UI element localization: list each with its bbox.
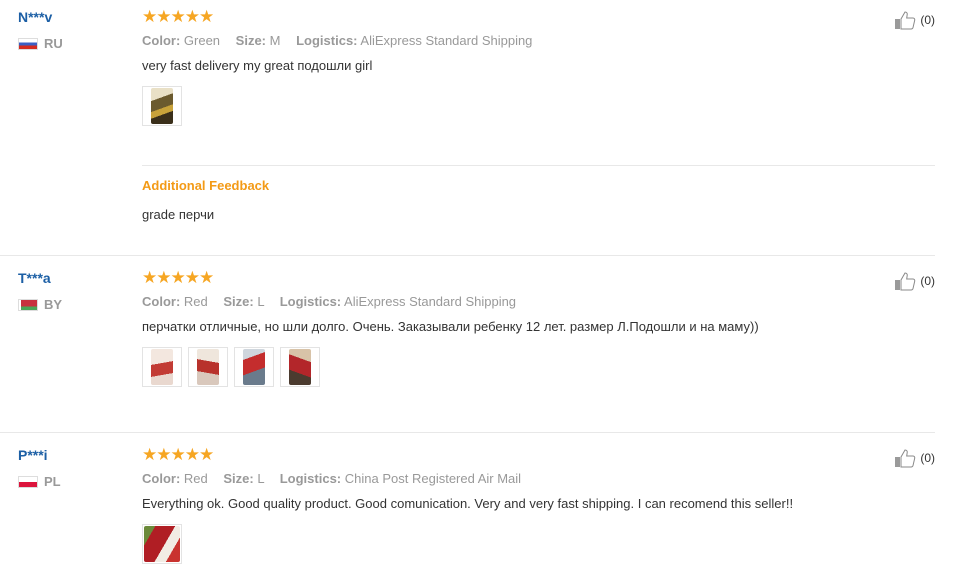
color-value: Red — [183, 471, 208, 486]
size-label: Size: — [223, 471, 254, 486]
review-divider — [0, 255, 935, 256]
review-photos — [142, 524, 935, 564]
review-photo-thumbnail[interactable] — [280, 347, 320, 387]
review-photo-thumbnail[interactable] — [142, 86, 182, 126]
russia-flag-icon — [18, 37, 38, 50]
country-code: RU — [44, 36, 63, 51]
reviewer-info: P***i PL — [18, 446, 61, 489]
helpful-count: (0) — [920, 451, 935, 465]
size-value: M — [269, 33, 281, 48]
thumbs-up-icon — [895, 449, 916, 468]
additional-feedback-divider — [142, 165, 935, 166]
logistics-label: Logistics: — [279, 294, 342, 309]
review-text: Everything ok. Good quality product. Goo… — [142, 496, 794, 511]
reviewer-country: RU — [18, 36, 63, 51]
reviewer-info: T***a BY — [18, 269, 62, 312]
additional-feedback-text: grade перчи — [142, 207, 215, 222]
logistics-value: AliExpress Standard Shipping — [360, 33, 533, 48]
review-text: very fast delivery my great подошли girl — [142, 58, 373, 73]
helpful-count: (0) — [920, 13, 935, 27]
order-info: Color: Green Size: M Logistics: AliExpre… — [142, 33, 935, 49]
review-photo-thumbnail[interactable] — [188, 347, 228, 387]
logistics-value: China Post Registered Air Mail — [344, 471, 522, 486]
country-code: BY — [44, 297, 63, 312]
color-label: Color: — [142, 471, 181, 486]
helpful-button[interactable]: (0) — [894, 448, 935, 468]
additional-feedback-title: Additional Feedback — [142, 178, 270, 193]
review-photos — [142, 86, 935, 126]
reviewer-info: N***v RU — [18, 8, 63, 51]
review-photo-thumbnail[interactable] — [142, 347, 182, 387]
logistics-label: Logistics: — [296, 33, 358, 48]
size-value: L — [257, 294, 265, 309]
star-rating: ★★★★★ — [142, 7, 214, 26]
review-photo-thumbnail[interactable] — [142, 524, 182, 564]
size-label: Size: — [235, 33, 267, 48]
star-rating: ★★★★★ — [142, 268, 214, 287]
thumbs-up-icon — [895, 11, 916, 30]
review-content: ★★★★★ Color: Red Size: L Logistics: AliE… — [142, 269, 935, 387]
reviewer-country: PL — [18, 474, 61, 489]
review-content: ★★★★★ Color: Red Size: L Logistics: Chin… — [142, 446, 935, 564]
logistics-label: Logistics: — [279, 471, 342, 486]
color-value: Red — [183, 294, 208, 309]
country-code: PL — [44, 474, 61, 489]
star-rating: ★★★★★ — [142, 445, 214, 464]
review-photo-thumbnail[interactable] — [234, 347, 274, 387]
helpful-button[interactable]: (0) — [894, 10, 935, 30]
reviewer-name[interactable]: N***v — [18, 8, 63, 26]
order-info: Color: Red Size: L Logistics: China Post… — [142, 471, 935, 487]
review-divider — [0, 432, 935, 433]
reviewer-country: BY — [18, 297, 62, 312]
reviewer-name[interactable]: P***i — [18, 446, 61, 464]
size-value: L — [257, 471, 265, 486]
review-photos — [142, 347, 935, 387]
helpful-count: (0) — [920, 274, 935, 288]
size-label: Size: — [223, 294, 254, 309]
review-content: ★★★★★ Color: Green Size: M Logistics: Al… — [142, 8, 935, 126]
logistics-value: AliExpress Standard Shipping — [344, 294, 517, 309]
poland-flag-icon — [18, 475, 38, 488]
order-info: Color: Red Size: L Logistics: AliExpress… — [142, 294, 935, 310]
color-value: Green — [183, 33, 221, 48]
color-label: Color: — [142, 33, 181, 48]
review-text: перчатки отличные, но шли долго. Очень. … — [142, 319, 759, 334]
thumbs-up-icon — [895, 272, 916, 291]
helpful-button[interactable]: (0) — [894, 271, 935, 291]
reviewer-name[interactable]: T***a — [18, 269, 62, 287]
belarus-flag-icon — [18, 298, 38, 311]
color-label: Color: — [142, 294, 181, 309]
